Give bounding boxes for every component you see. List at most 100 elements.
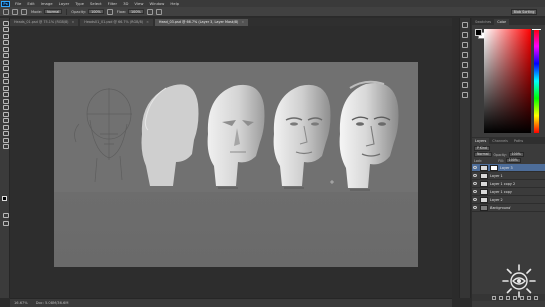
eraser-tool-icon[interactable] [2,85,9,91]
visibility-eye-icon[interactable] [473,182,477,185]
tab-heads-01[interactable]: Heads_01.psd @ 75.1% (RGB/8) × [10,19,79,26]
hand-tool-icon[interactable] [2,137,9,143]
fill-field[interactable]: 100% [505,158,521,163]
screen-mode-icon[interactable] [2,220,9,226]
marquee-tool-icon[interactable] [2,26,9,32]
layers-panel-tabs: Layers Channels Paths [472,137,545,144]
head-studies-artwork [74,80,399,191]
layer-mask-thumbnail[interactable] [490,164,498,171]
link-layers-icon[interactable] [492,295,496,300]
layer-opacity-label: Opacity: [493,152,507,157]
menu-3d[interactable]: 3D [120,1,131,6]
brush-panel-icon[interactable] [21,8,27,15]
flow-field[interactable]: 100% [128,9,144,14]
menu-layer[interactable]: Layer [56,1,73,6]
close-icon[interactable]: × [241,20,244,24]
quick-select-tool-icon[interactable] [2,39,9,45]
brush-presets-icon[interactable] [462,52,468,58]
pen-tool-icon[interactable] [2,111,9,117]
history-brush-tool-icon[interactable] [2,78,9,84]
pressure-size-icon[interactable] [155,8,162,15]
shape-tool-icon[interactable] [2,130,9,136]
tab-label: Head_03.psd @ 66.7% (Layer 3, Layer Mask… [158,20,239,24]
layer-row[interactable]: Layer 2 [472,196,545,204]
canvas-area[interactable] [10,26,452,298]
move-tool-icon[interactable] [2,20,9,26]
visibility-eye-icon[interactable] [473,166,477,169]
eyedropper-tool-icon[interactable] [2,52,9,58]
layer-thumbnail [480,164,488,171]
document-tabs: Heads_01.psd @ 75.1% (RGB/8) × Heads01_01… [10,18,452,26]
fill-label: Fill: [498,158,504,163]
brush-tool-preset-icon[interactable] [3,8,9,15]
document-canvas[interactable] [54,62,418,267]
clone-stamp-tool-icon[interactable] [2,72,9,78]
layer-filter-kind[interactable]: P Kind [474,146,490,151]
close-icon[interactable]: × [71,20,74,24]
tab-heads01-01[interactable]: Heads01_01.psd @ 66.7% (RGB/8) × [80,19,153,26]
type-tool-icon[interactable] [2,117,9,123]
head-silhouette [141,84,199,186]
visibility-eye-icon[interactable] [473,198,477,201]
brush-size-icon[interactable] [12,8,18,15]
foreground-color-swatch[interactable] [2,196,7,201]
menu-view[interactable]: View [131,1,146,6]
close-icon[interactable]: × [146,20,149,24]
color-panel-fg-swatch[interactable] [475,29,482,36]
visibility-eye-icon[interactable] [473,174,477,177]
zoom-level[interactable]: 16.67% [14,299,28,307]
menu-select[interactable]: Select [87,1,105,6]
menu-image[interactable]: Image [38,1,56,6]
lasso-tool-icon[interactable] [2,33,9,39]
dodge-tool-icon[interactable] [2,104,9,110]
visibility-eye-icon[interactable] [473,190,477,193]
layer-opacity-field[interactable]: 100% [508,152,524,157]
hue-slider[interactable] [534,29,539,133]
menu-file[interactable]: File [12,1,24,6]
actions-panel-icon[interactable] [462,32,468,38]
mode-label: Mode: [31,9,43,14]
blur-tool-icon[interactable] [2,98,9,104]
layer-row-background[interactable]: Background [472,204,545,212]
menu-window[interactable]: Window [146,1,167,6]
menu-edit[interactable]: Edit [24,1,37,6]
menu-filter[interactable]: Filter [105,1,120,6]
pressure-opacity-icon[interactable] [106,8,113,15]
airbrush-icon[interactable] [146,8,153,15]
info-panel-icon[interactable] [462,92,468,98]
head-shaded [273,84,331,189]
visibility-eye-icon[interactable] [473,206,477,209]
layer-row[interactable]: Layer 1 [472,172,545,180]
clone-source-icon[interactable] [462,62,468,68]
layer-name: Layer 2 [490,197,503,202]
layer-row[interactable]: Layer 1 copy 2 [472,180,545,188]
layer-name: Layer 1 [490,173,503,178]
brush-tool-icon[interactable] [2,65,9,71]
menu-help[interactable]: Help [167,1,182,6]
layer-row[interactable]: Layer 1 copy [472,188,545,196]
opacity-field[interactable]: 100% [88,9,104,14]
layer-row[interactable]: Layer 3 [472,164,545,172]
layer-name: Layer 3 [500,165,513,170]
gradient-tool-icon[interactable] [2,91,9,97]
mode-select[interactable]: Normal [44,9,63,14]
menu-type[interactable]: Type [72,1,87,6]
brush-panel-icon[interactable] [462,42,468,48]
zoom-tool-icon[interactable] [2,143,9,149]
crop-tool-icon[interactable] [2,46,9,52]
character-panel-icon[interactable] [462,72,468,78]
path-select-tool-icon[interactable] [2,124,9,130]
healing-tool-icon[interactable] [2,59,9,65]
tab-label: Heads_01.psd @ 75.1% (RGB/8) [14,20,69,24]
lock-label: Lock: [474,158,483,163]
paragraph-panel-icon[interactable] [462,82,468,88]
quick-mask-icon[interactable] [2,212,9,218]
color-panel-tabs: Swatches Color [472,18,545,25]
workspace-switcher[interactable]: Blob Sorting [511,9,537,15]
hue-slider-handle[interactable] [532,29,541,30]
color-picker-field[interactable] [484,29,531,133]
head-refined [339,80,399,191]
tab-head-03[interactable]: Head_03.psd @ 66.7% (Layer 3, Layer Mask… [154,19,249,26]
history-panel-icon[interactable] [462,22,468,28]
blend-mode-select[interactable]: Normal [474,152,492,157]
